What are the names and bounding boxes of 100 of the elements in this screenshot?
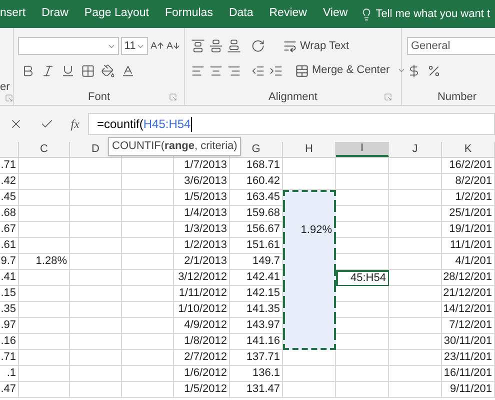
- borders-icon[interactable]: [81, 64, 95, 78]
- table-cell: 28/12/201: [442, 270, 495, 286]
- table-cell: [19, 318, 70, 334]
- table-cell: 160.42: [230, 174, 283, 190]
- fill-color-icon[interactable]: [101, 64, 115, 78]
- table-cell: 1/5/2013: [174, 190, 230, 206]
- table-cell: [336, 334, 389, 350]
- column-header[interactable]: G: [252, 141, 260, 158]
- table-cell: [336, 286, 389, 302]
- formula-input[interactable]: =countif(H45:H54: [88, 113, 495, 135]
- table-cell: [122, 350, 174, 366]
- table-cell: .67: [0, 222, 19, 238]
- ribbon-tab[interactable]: Data: [220, 0, 262, 28]
- decrease-indent-icon[interactable]: [251, 64, 265, 78]
- table-cell: [122, 222, 174, 238]
- table-cell: [122, 318, 174, 334]
- table-cell: .68: [0, 206, 19, 222]
- active-cell: 45:H54: [336, 270, 389, 286]
- align-right-icon[interactable]: [227, 64, 241, 78]
- ribbon-tab[interactable]: View: [314, 0, 356, 28]
- currency-icon[interactable]: [407, 64, 421, 78]
- table-cell: 21/12/201: [442, 286, 495, 302]
- table-cell: 1/7/2013: [174, 158, 230, 174]
- table-cell: [122, 366, 174, 382]
- table-cell: [70, 382, 122, 398]
- table-cell: [336, 174, 389, 190]
- font-name-field[interactable]: [18, 37, 120, 55]
- column-header[interactable]: D: [92, 141, 100, 158]
- number-format-field[interactable]: General: [407, 37, 495, 55]
- ribbon-tab[interactable]: Draw: [34, 0, 76, 28]
- ribbon-tab[interactable]: Formulas: [157, 0, 221, 28]
- tell-me-field[interactable]: Tell me what you want t: [376, 6, 490, 22]
- merge-center-button[interactable]: Merge & Center: [295, 62, 406, 79]
- column-header[interactable]: K: [464, 141, 472, 158]
- percent-icon[interactable]: [427, 64, 441, 78]
- table-cell: [336, 190, 389, 206]
- table-cell: 1/2/2013: [174, 238, 230, 254]
- table-cell: 137.71: [230, 350, 283, 366]
- table-cell: [336, 382, 389, 398]
- table-cell: [19, 270, 70, 286]
- table-cell: [122, 382, 174, 398]
- align-center-icon[interactable]: [209, 64, 223, 78]
- table-cell: 168.71: [230, 158, 283, 174]
- table-cell: 4/1/201: [442, 254, 495, 270]
- table-cell: 136.1: [230, 366, 283, 382]
- font-color-icon[interactable]: [121, 64, 135, 78]
- column-header[interactable]: J: [412, 141, 418, 158]
- ribbon-tab[interactable]: nsert: [0, 0, 34, 28]
- ribbon-tab[interactable]: Review: [261, 0, 315, 28]
- dialog-launcher-icon[interactable]: [5, 94, 13, 102]
- table-cell: [389, 302, 442, 318]
- orientation-icon[interactable]: [251, 38, 265, 53]
- table-cell: 3/12/2012: [174, 270, 230, 286]
- table-cell: 4/9/2012: [174, 318, 230, 334]
- table-cell: 25/1/201: [442, 206, 495, 222]
- table-cell: 16/2/201: [442, 158, 495, 174]
- italic-icon[interactable]: [41, 64, 55, 78]
- table-cell: [19, 302, 70, 318]
- increase-indent-icon[interactable]: [269, 64, 283, 78]
- top-align-icon[interactable]: [191, 38, 205, 53]
- table-cell: [19, 174, 70, 190]
- table-cell: .47: [0, 382, 19, 398]
- table-cell: [336, 238, 389, 254]
- table-cell: .1: [0, 366, 19, 382]
- middle-align-icon[interactable]: [209, 38, 223, 53]
- table-cell: 1/11/2012: [174, 286, 230, 302]
- table-cell: [70, 254, 122, 270]
- bottom-align-icon[interactable]: [227, 38, 241, 53]
- dialog-launcher-icon[interactable]: [169, 92, 177, 101]
- table-cell: 19/1/201: [442, 222, 495, 238]
- table-cell: [19, 222, 70, 238]
- column-header[interactable]: C: [40, 141, 48, 158]
- table-cell: [19, 350, 70, 366]
- table-cell: [389, 174, 442, 190]
- function-tooltip: COUNTIF(range, criteria): [108, 137, 242, 156]
- insert-function-button[interactable]: fx: [70, 115, 80, 133]
- underline-icon[interactable]: [61, 64, 75, 78]
- font-size-field[interactable]: 11: [121, 37, 148, 55]
- table-cell: [19, 190, 70, 206]
- column-header[interactable]: I: [336, 142, 389, 157]
- wrap-text-icon: [283, 38, 297, 53]
- merge-cells-icon: [295, 64, 309, 78]
- table-cell: 11/1/201: [442, 238, 495, 254]
- table-cell: 8/2/201: [442, 174, 495, 190]
- copy-range-cell: 1.92%: [283, 222, 336, 238]
- dialog-launcher-icon[interactable]: [384, 92, 392, 101]
- table-cell: [389, 318, 442, 334]
- ribbon-tab[interactable]: Page Layout: [76, 0, 158, 28]
- table-cell: [336, 366, 389, 382]
- bold-icon[interactable]: [21, 64, 35, 78]
- table-cell: 1.28%: [19, 254, 70, 270]
- column-header[interactable]: H: [305, 141, 313, 158]
- align-left-icon[interactable]: [191, 64, 205, 78]
- table-cell: [70, 286, 122, 302]
- table-cell: .35: [0, 302, 19, 318]
- table-cell: [336, 318, 389, 334]
- wrap-text-button[interactable]: Wrap Text: [283, 38, 350, 54]
- table-cell: [389, 270, 442, 286]
- table-cell: 1/4/2013: [174, 206, 230, 222]
- table-cell: [70, 206, 122, 222]
